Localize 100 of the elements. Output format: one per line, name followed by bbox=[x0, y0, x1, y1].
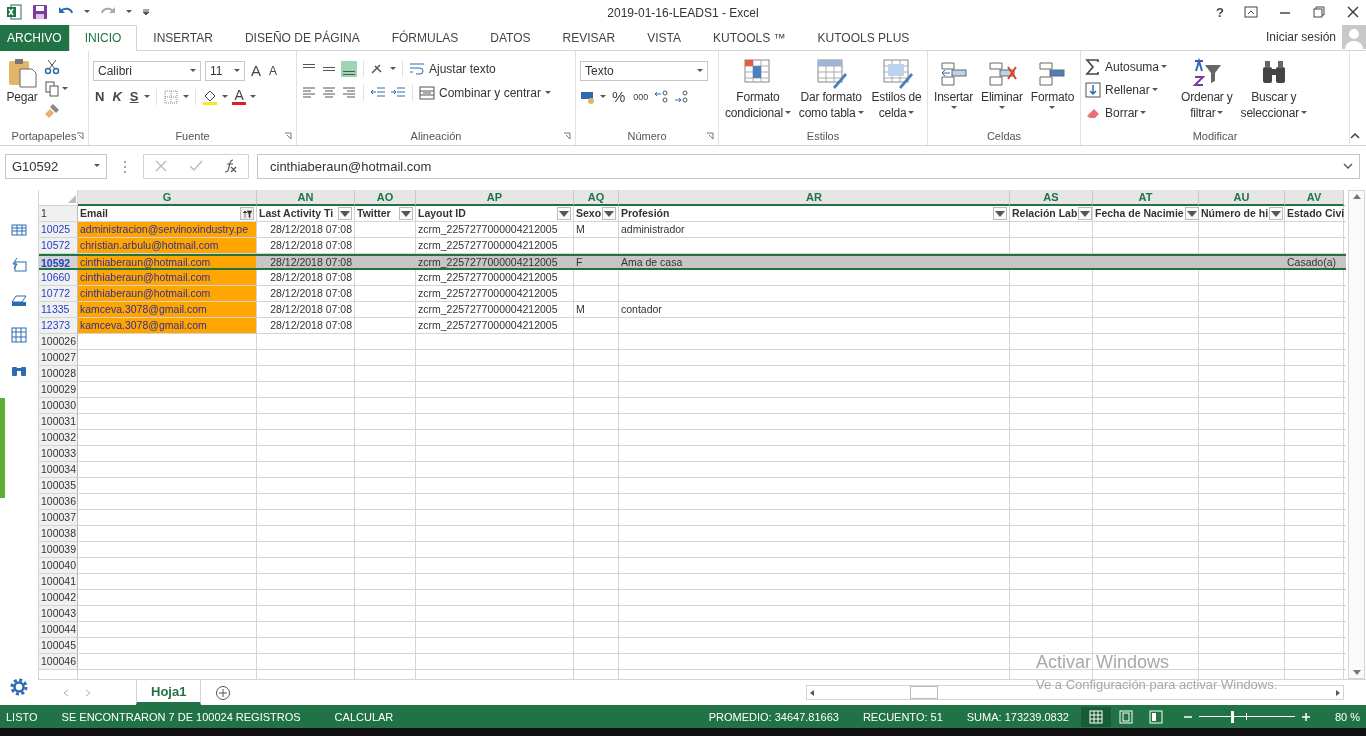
filter-button[interactable] bbox=[557, 206, 571, 220]
filter-button[interactable] bbox=[1184, 206, 1199, 220]
ribbon-tab[interactable]: KUTOOLS ™ bbox=[697, 24, 802, 51]
column-header[interactable]: AV bbox=[1285, 189, 1344, 206]
name-box[interactable]: G10592 bbox=[5, 153, 107, 179]
clear-button[interactable]: Borrar bbox=[1085, 104, 1139, 121]
caret-icon[interactable] bbox=[908, 111, 915, 116]
zoom-level[interactable]: 80 % bbox=[1334, 710, 1360, 723]
row-number[interactable]: 1 bbox=[39, 205, 78, 222]
scroll-up-icon[interactable] bbox=[1352, 193, 1361, 199]
pane-handle[interactable] bbox=[0, 397, 5, 498]
scroll-thumb[interactable] bbox=[910, 686, 938, 699]
caret-icon[interactable] bbox=[857, 111, 864, 116]
filter-button[interactable] bbox=[602, 206, 617, 220]
excel-logo-icon[interactable] bbox=[6, 4, 22, 21]
cell-button[interactable]: Eliminar bbox=[979, 56, 1025, 110]
ribbon-tab[interactable]: INICIO bbox=[68, 24, 138, 51]
restore-icon[interactable] bbox=[1312, 5, 1326, 20]
ribbon-tab[interactable]: VISTA bbox=[631, 24, 698, 51]
find-select-button[interactable]: Buscar y seleccionar bbox=[1238, 56, 1310, 121]
dialog-launcher-icon[interactable] bbox=[76, 131, 84, 140]
sort-filter-button[interactable]: Ordenar y filtrar bbox=[1179, 56, 1235, 121]
filter-button[interactable] bbox=[993, 206, 1007, 220]
drag-handle-icon[interactable] bbox=[123, 159, 127, 174]
table-icon[interactable] bbox=[11, 221, 27, 238]
number-format-field[interactable]: Texto bbox=[580, 60, 708, 81]
column-header[interactable]: AS bbox=[1010, 189, 1093, 206]
zoom-in-icon[interactable] bbox=[1300, 711, 1311, 722]
column-header[interactable]: AT bbox=[1093, 189, 1199, 206]
column-header[interactable]: AR bbox=[619, 189, 1010, 206]
sign-in-link[interactable]: Iniciar sesión bbox=[1265, 30, 1336, 45]
font-size-field[interactable]: 11 bbox=[205, 60, 245, 81]
italic-button[interactable]: K bbox=[110, 88, 124, 105]
ribbon-tab[interactable]: ARCHIVO bbox=[0, 24, 69, 51]
ribbon-display-icon[interactable] bbox=[1244, 5, 1258, 20]
autosum-button[interactable]: Autosuma bbox=[1085, 58, 1160, 75]
increase-decimal-icon[interactable] bbox=[654, 88, 671, 105]
help-button[interactable]: ? bbox=[1216, 5, 1224, 20]
vertical-scrollbar[interactable] bbox=[1348, 189, 1365, 679]
column-header[interactable]: AQ bbox=[574, 189, 619, 206]
caret-icon[interactable] bbox=[998, 105, 1005, 110]
style-button[interactable]: Estilos de celda bbox=[869, 56, 924, 121]
caret-icon[interactable] bbox=[784, 111, 791, 116]
scroll-right-icon[interactable] bbox=[1336, 689, 1340, 696]
normal-view-button[interactable] bbox=[1080, 706, 1111, 727]
column-header[interactable]: AP bbox=[416, 189, 574, 206]
caret-icon[interactable] bbox=[222, 94, 229, 99]
caret-icon[interactable] bbox=[1161, 64, 1168, 69]
dialog-launcher-icon[interactable] bbox=[706, 131, 714, 140]
column-header[interactable]: AO bbox=[355, 189, 416, 206]
grow-font-button[interactable]: A bbox=[249, 62, 263, 79]
caret-icon[interactable] bbox=[190, 68, 196, 73]
cell-button[interactable]: Insertar bbox=[932, 56, 976, 110]
scroll-left-icon[interactable] bbox=[810, 689, 814, 696]
ribbon-tab[interactable]: REVISAR bbox=[546, 24, 632, 51]
caret-icon[interactable] bbox=[62, 86, 68, 91]
selected-row[interactable]: 10592 cinthiaberaun@hotmail.com 28/12/2018 07:08 zcrm_2257277000004212005 F Ama de casa Casado(a) bbox=[39, 253, 1346, 270]
column-header[interactable]: AN bbox=[257, 189, 355, 206]
settings-icon[interactable] bbox=[9, 677, 29, 697]
cell-button[interactable]: Formato bbox=[1028, 56, 1077, 110]
caret-icon[interactable] bbox=[126, 10, 132, 15]
caret-icon[interactable] bbox=[950, 105, 957, 110]
bold-button[interactable]: N bbox=[93, 88, 107, 105]
filter-button[interactable] bbox=[1269, 206, 1284, 220]
percent-button[interactable]: % bbox=[610, 88, 628, 105]
caret-icon[interactable] bbox=[94, 164, 100, 169]
caret-icon[interactable] bbox=[144, 94, 151, 99]
style-button[interactable]: Formato condicional bbox=[723, 56, 793, 121]
underline-button[interactable]: S bbox=[127, 88, 141, 105]
dialog-launcher-icon[interactable] bbox=[563, 131, 571, 140]
filter-button[interactable] bbox=[338, 206, 352, 220]
row-number[interactable]: 10592 bbox=[39, 255, 78, 268]
caret-icon[interactable] bbox=[1301, 111, 1308, 116]
ribbon-tab[interactable]: KUTOOLS PLUS bbox=[801, 24, 926, 51]
scroll-down-icon[interactable] bbox=[1352, 670, 1361, 675]
ribbon-tab[interactable]: FÓRMULAS bbox=[375, 24, 475, 51]
ribbon-tab[interactable]: DATOS bbox=[474, 24, 547, 51]
formula-field[interactable]: cinthiaberaun@hotmail.com bbox=[257, 153, 1360, 179]
caret-icon[interactable] bbox=[1049, 105, 1056, 110]
sheet-tab[interactable]: Hoja1 bbox=[136, 680, 202, 705]
caret-icon[interactable] bbox=[1140, 110, 1147, 115]
caret-icon[interactable] bbox=[234, 68, 240, 73]
column-header[interactable]: AU bbox=[1199, 189, 1285, 206]
close-icon[interactable] bbox=[1346, 5, 1360, 20]
ribbon-tab[interactable]: INSERTAR bbox=[137, 24, 229, 51]
caret-icon[interactable] bbox=[84, 10, 90, 15]
shrink-font-button[interactable]: A bbox=[267, 62, 280, 79]
filter-button[interactable] bbox=[1078, 206, 1093, 220]
collapse-ribbon-icon[interactable] bbox=[1350, 132, 1360, 139]
dialog-launcher-icon[interactable] bbox=[284, 131, 292, 140]
insert-function-icon[interactable] bbox=[223, 159, 238, 174]
caret-icon[interactable] bbox=[390, 66, 396, 71]
paste-button[interactable]: Pegar bbox=[4, 56, 40, 105]
vertical-align-button[interactable] bbox=[341, 60, 357, 77]
caret-icon[interactable] bbox=[600, 94, 606, 99]
calculate-button[interactable]: CALCULAR bbox=[334, 710, 394, 723]
font-color-button[interactable]: A bbox=[232, 88, 246, 105]
thousands-button[interactable]: 000 bbox=[631, 88, 651, 105]
wrap-text-button[interactable]: Ajustar texto bbox=[409, 60, 496, 77]
filter-button[interactable] bbox=[399, 206, 413, 220]
